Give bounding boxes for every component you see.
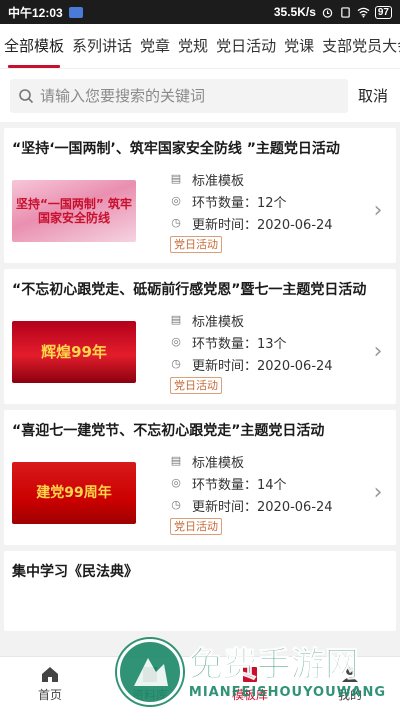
search-input[interactable]	[40, 86, 340, 105]
nav-label: 首页	[37, 688, 62, 702]
library-icon	[143, 667, 157, 682]
category-tabs: 全部模板 系列讲话 党章 党规 党日活动 党课 支部党员大会	[0, 24, 400, 68]
thumbnail-text: 坚持“一国两制” 筑牢国家安全防线	[16, 196, 132, 225]
clock-icon: ◷	[171, 357, 181, 370]
location-pin-icon: ◎	[171, 476, 181, 489]
search-row: 取消	[0, 68, 400, 122]
card-type: 标准模板	[192, 455, 245, 471]
template-card[interactable]: “喜迎七一建党节、不忘初心跟党走”主题党日活动 建党99周年 ▤ 标准模板 ◎ 环节…	[4, 410, 396, 545]
template-card[interactable]: “坚持‘一国两制’、筑牢国家安全防线 ”主题党日活动 坚持“一国两制” 筑牢国家…	[4, 128, 396, 263]
nav-library[interactable]: 资料库	[100, 657, 200, 711]
clock-icon: ◷	[171, 216, 181, 229]
card-type: 标准模板	[192, 314, 245, 330]
card-tag: 党日活动	[170, 377, 222, 394]
nav-templates[interactable]: 模板库	[200, 657, 300, 711]
thumbnail-text: 建党99周年	[36, 484, 112, 501]
nav-home[interactable]: 首页	[0, 657, 100, 711]
tab-party-lecture[interactable]: 党课	[280, 24, 318, 68]
tab-party-rules[interactable]: 党规	[174, 24, 212, 68]
alarm-icon	[322, 7, 333, 18]
chevron-right-icon: ›	[373, 339, 383, 364]
thumbnail-text: 辉煌99年	[41, 342, 107, 361]
sim-icon	[341, 6, 350, 18]
card-type: 标准模板	[192, 173, 245, 189]
card-thumbnail: 辉煌99年	[12, 320, 136, 383]
template-icon: ▤	[170, 454, 182, 467]
card-tag: 党日活动	[170, 236, 222, 253]
tab-branch-member-meeting[interactable]: 支部党员大会	[318, 24, 400, 68]
card-title: 集中学习《民法典》	[12, 564, 138, 580]
card-title: “坚持‘一国两制’、筑牢国家安全防线 ”主题党日活动	[12, 141, 340, 157]
wifi-icon	[357, 7, 370, 18]
template-icon: ▤	[170, 313, 182, 326]
card-date: 更新时间：2020-06-24	[192, 499, 333, 515]
template-card[interactable]: 集中学习《民法典》	[4, 551, 396, 631]
search-icon	[19, 88, 34, 103]
notification-icon	[68, 6, 83, 18]
card-count: 环节数量：13个	[192, 336, 287, 352]
template-icon	[243, 667, 257, 682]
location-pin-icon: ◎	[171, 335, 181, 348]
status-bar: 中午12:03 35.5K/s 97	[0, 0, 400, 24]
clock-icon: ◷	[171, 498, 181, 511]
card-thumbnail: 坚持“一国两制” 筑牢国家安全防线	[12, 179, 136, 242]
chevron-right-icon: ›	[373, 198, 383, 223]
card-date: 更新时间：2020-06-24	[192, 358, 333, 374]
tab-party-constitution[interactable]: 党章	[136, 24, 174, 68]
nav-label: 模板库	[231, 688, 268, 702]
template-icon: ▤	[170, 172, 182, 185]
tab-all-templates[interactable]: 全部模板	[0, 24, 68, 68]
location-pin-icon: ◎	[171, 194, 181, 207]
status-time: 中午12:03	[8, 5, 63, 20]
card-date: 更新时间：2020-06-24	[192, 217, 333, 233]
tab-party-day-activity[interactable]: 党日活动	[212, 24, 280, 68]
nav-label: 资料库	[131, 688, 168, 702]
chevron-right-icon: ›	[373, 480, 383, 505]
bottom-nav: 首页 资料库 模板库 我的	[0, 656, 400, 711]
card-count: 环节数量：14个	[192, 477, 287, 493]
user-icon	[342, 667, 358, 682]
nav-label: 我的	[337, 688, 362, 702]
tab-series-speeches[interactable]: 系列讲话	[68, 24, 136, 68]
search-box[interactable]	[10, 78, 348, 113]
home-icon	[42, 667, 58, 682]
nav-profile[interactable]: 我的	[300, 657, 400, 711]
template-list: “坚持‘一国两制’、筑牢国家安全防线 ”主题党日活动 坚持“一国两制” 筑牢国家…	[0, 128, 400, 631]
card-count: 环节数量：12个	[192, 195, 287, 211]
card-tag: 党日活动	[170, 518, 222, 535]
cancel-button[interactable]: 取消	[356, 85, 390, 106]
card-title: “不忘初心跟党走、砥砺前行感党恩”暨七一主题党日活动	[12, 282, 367, 298]
battery-icon: 97	[374, 5, 392, 19]
card-title: “喜迎七一建党节、不忘初心跟党走”主题党日活动	[12, 423, 325, 439]
card-thumbnail: 建党99周年	[12, 461, 136, 524]
template-card[interactable]: “不忘初心跟党走、砥砺前行感党恩”暨七一主题党日活动 辉煌99年 ▤ 标准模板 ◎…	[4, 269, 396, 404]
network-speed: 35.5K/s	[273, 5, 316, 19]
